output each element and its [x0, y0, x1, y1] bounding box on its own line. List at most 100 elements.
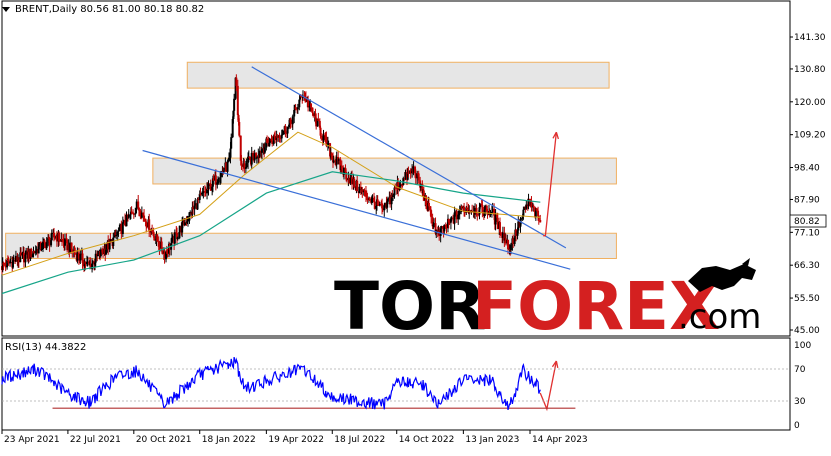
- candle-body: [115, 235, 118, 237]
- candle-body: [260, 149, 263, 153]
- candle-body: [230, 137, 233, 149]
- price-badge-text: 80.82: [794, 217, 820, 227]
- candle-body: [79, 254, 82, 261]
- candle-body: [58, 240, 61, 242]
- candle-body: [286, 126, 289, 134]
- candle-body: [255, 157, 258, 159]
- candle-body: [156, 234, 159, 242]
- candle-body: [40, 249, 43, 251]
- price-tick-label: 66.30: [794, 261, 820, 271]
- candle-body: [137, 201, 140, 208]
- candle-body: [173, 232, 176, 244]
- candle-body: [281, 134, 284, 136]
- symbol-label: BRENT,Daily: [15, 4, 78, 15]
- candle-body: [509, 244, 512, 251]
- rsi-tick-label: 30: [794, 397, 806, 407]
- candle-body: [263, 147, 266, 153]
- candle-body: [238, 121, 241, 136]
- candle-body: [457, 214, 460, 220]
- candle-body: [130, 211, 133, 213]
- candle-body: [226, 161, 229, 172]
- rsi-tick-label: 70: [794, 365, 806, 375]
- candle-body: [121, 222, 124, 234]
- candle-body: [45, 242, 48, 249]
- watermark-domain: .com: [678, 297, 761, 337]
- candle-body: [50, 232, 53, 241]
- time-axis: 23 Apr 2021 22 Jul 2021 20 Oct 2021 18 Jan …: [1, 430, 588, 445]
- rsi-title: RSI(13) 44.3822: [5, 342, 87, 353]
- candle-body: [522, 209, 525, 217]
- candle-body: [187, 220, 190, 222]
- candle-body: [368, 198, 371, 201]
- dropdown-icon[interactable]: [2, 7, 10, 12]
- price-tick-label: 77.10: [794, 228, 820, 238]
- candle-body: [217, 181, 220, 183]
- candle-body: [222, 170, 225, 172]
- time-tick-label: 14 Apr 2023: [532, 435, 588, 445]
- price-tick-label: 45.00: [794, 326, 820, 336]
- chart-canvas[interactable]: TOR FOREX .com 141.30 130.80 120.00 109.20 9…: [0, 0, 831, 452]
- candle-body: [43, 240, 46, 243]
- rsi-panel: 100 70 30 0: [1, 341, 811, 431]
- price-tick-label: 98.40: [794, 164, 820, 174]
- candle-body: [430, 210, 433, 218]
- candle-body: [96, 254, 99, 257]
- candle-body: [353, 178, 356, 188]
- trendline-1: [251, 66, 567, 249]
- candle-body: [330, 153, 333, 156]
- price-tick-label: 141.30: [794, 33, 826, 43]
- time-tick-label: 22 Jul 2021: [70, 435, 121, 445]
- candle-body: [291, 116, 294, 125]
- price-tick-label: 109.20: [794, 131, 826, 141]
- candle-body: [245, 162, 248, 168]
- candle-body: [229, 148, 232, 158]
- price-axis: 141.30 130.80 120.00 109.20 98.40 87.90 77.10 6…: [789, 33, 827, 336]
- candle-body: [137, 207, 140, 211]
- time-tick-label: 18 Jul 2022: [334, 435, 385, 445]
- candle-body: [248, 156, 251, 159]
- candle-body: [458, 212, 461, 215]
- candle-body: [417, 173, 420, 181]
- candle-body: [148, 219, 151, 232]
- candle-body: [143, 215, 146, 219]
- candle-body: [392, 195, 395, 197]
- candle-body: [466, 207, 469, 210]
- zones-layer: [5, 61, 617, 259]
- candle-body: [81, 253, 84, 263]
- candle-body: [481, 205, 484, 213]
- candle-body: [356, 180, 359, 192]
- time-tick-label: 23 Apr 2021: [4, 435, 60, 445]
- candle-body: [310, 103, 313, 108]
- time-tick-label: 14 Oct 2022: [399, 435, 455, 445]
- candle-body: [266, 138, 269, 143]
- candle-body: [535, 208, 538, 211]
- price-tick-label: 120.00: [794, 98, 826, 108]
- price-tick-label: 55.50: [794, 294, 820, 304]
- candle-body: [376, 199, 379, 205]
- candle-body: [235, 77, 238, 86]
- rsi-line: [1, 356, 541, 411]
- candle-body: [294, 107, 297, 110]
- candle-body: [117, 230, 120, 232]
- time-tick-label: 19 Apr 2022: [268, 435, 324, 445]
- price-tick-label: 130.80: [794, 65, 826, 75]
- bull-bear-icon: [688, 258, 756, 292]
- candle-body: [520, 218, 523, 220]
- candle-body: [240, 160, 243, 165]
- candle-body: [236, 85, 239, 116]
- zone-1: [186, 61, 610, 89]
- candle-body: [219, 172, 222, 178]
- candle-body: [499, 232, 502, 236]
- candle-body: [134, 213, 137, 215]
- candle-body: [427, 202, 430, 207]
- candle-body: [386, 200, 389, 202]
- time-tick-label: 20 Oct 2021: [136, 435, 192, 445]
- price-tick-label: 87.90: [794, 195, 820, 205]
- candle-body: [317, 119, 320, 121]
- candle-body: [539, 220, 542, 223]
- candle-body: [498, 222, 501, 233]
- candle-body: [176, 237, 179, 240]
- candle-body: [104, 249, 107, 255]
- candle-body: [70, 242, 73, 250]
- chart-header: BRENT,Daily 80.56 81.00 80.18 80.82: [2, 4, 204, 15]
